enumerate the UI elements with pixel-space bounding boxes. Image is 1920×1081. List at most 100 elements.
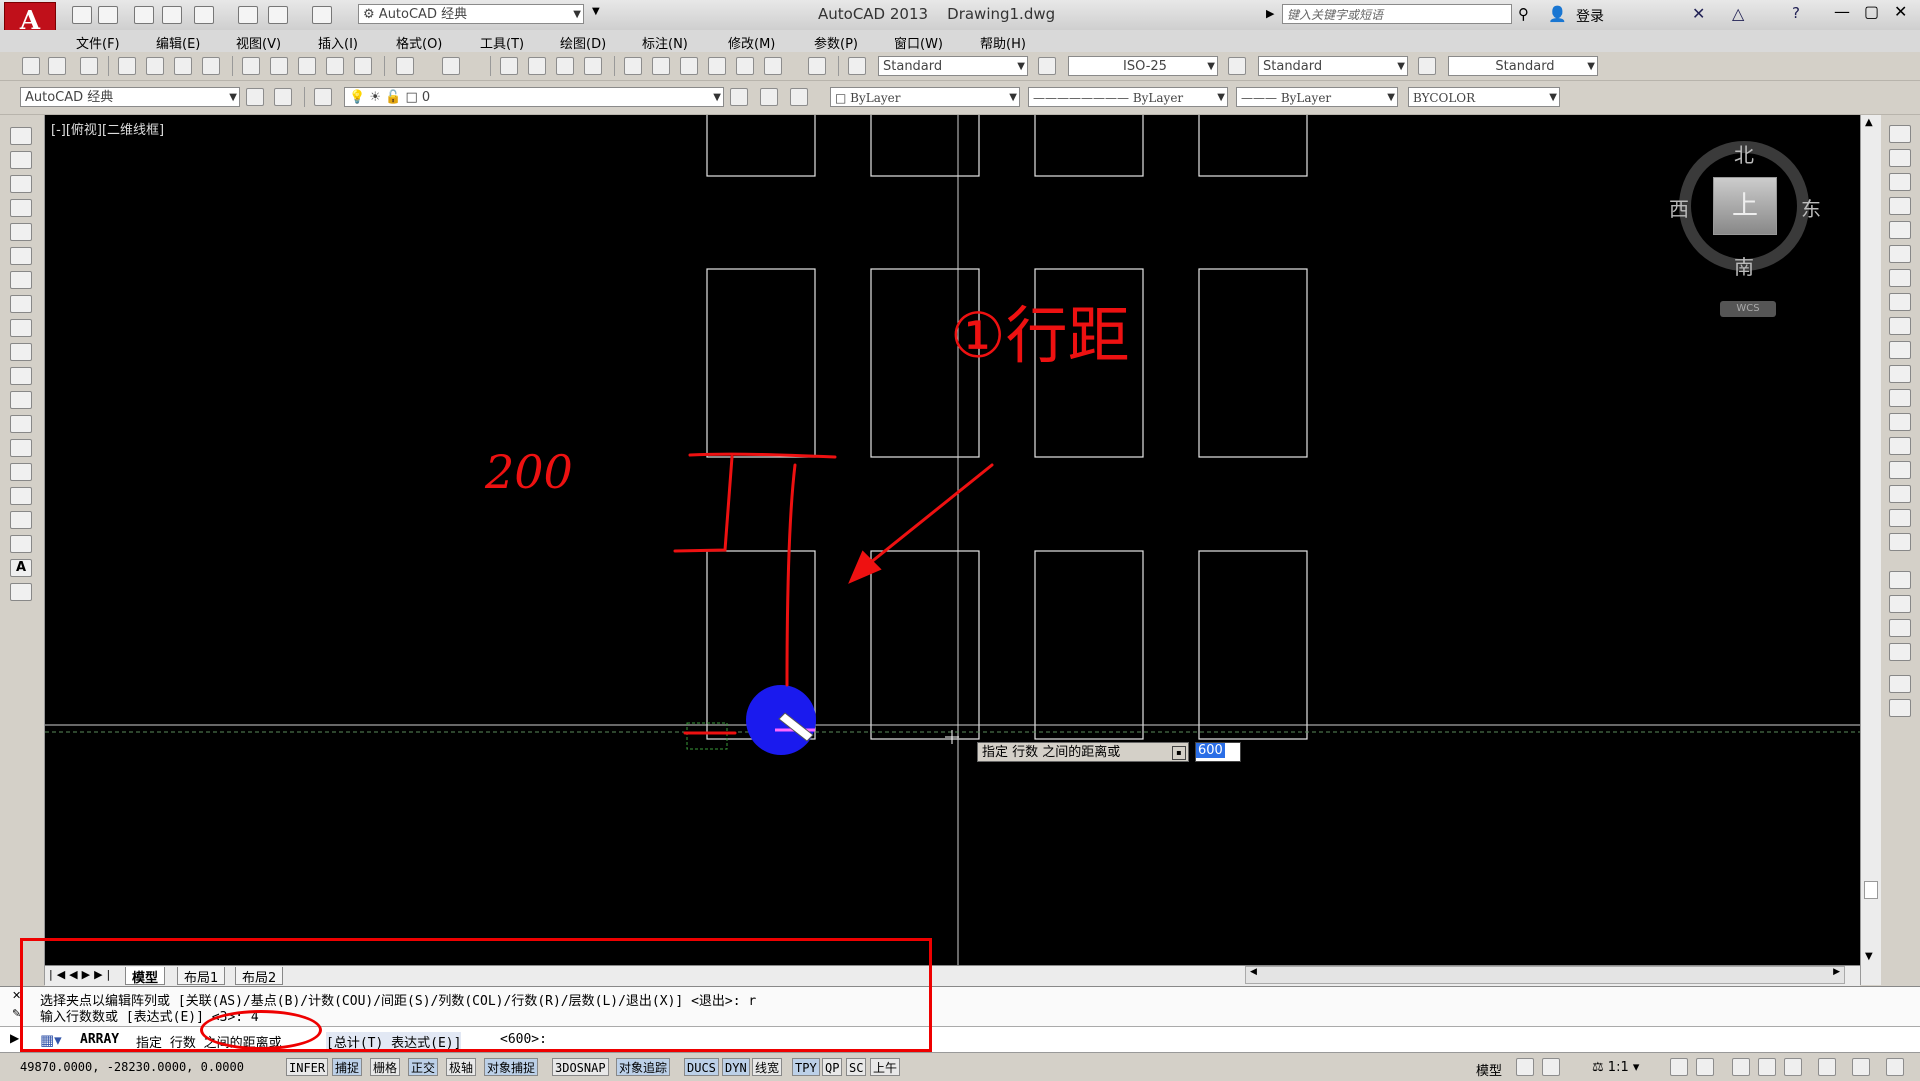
menu-dimension[interactable]: 标注(N) <box>642 33 688 52</box>
menu-parametric[interactable]: 参数(P) <box>814 33 858 52</box>
plotstyle-select[interactable]: BYCOLOR ▼ <box>1408 87 1560 107</box>
search-input[interactable]: 键入关键字或短语 <box>1282 4 1512 24</box>
toggle-otrack[interactable]: 对象追踪 <box>616 1058 671 1076</box>
options-arrow-icon[interactable]: ▪ <box>1172 746 1186 760</box>
workspace-switch-icon[interactable] <box>1732 1058 1750 1076</box>
table-icon[interactable] <box>10 535 32 553</box>
new-icon[interactable] <box>22 57 40 75</box>
text-style-select[interactable]: Standard ▼ <box>878 56 1028 76</box>
hardware-acceleration-icon[interactable] <box>1784 1058 1802 1076</box>
table-style-icon[interactable] <box>1228 57 1246 75</box>
mleader-style-select[interactable]: Standard ▼ <box>1448 56 1598 76</box>
redo-icon[interactable] <box>442 57 460 75</box>
rectangle-icon[interactable] <box>10 223 32 241</box>
clean-screen-icon[interactable] <box>1886 1058 1904 1076</box>
close-icon[interactable]: ✕ <box>1894 2 1907 21</box>
block-editor-icon[interactable] <box>354 57 372 75</box>
hatch-back-icon[interactable] <box>1889 699 1911 717</box>
toggle-snap[interactable]: 捕捉 <box>332 1058 363 1076</box>
quick-view-drawings-icon[interactable] <box>1542 1058 1560 1076</box>
text-front-icon[interactable] <box>1889 675 1911 693</box>
menu-edit[interactable]: 编辑(E) <box>156 33 200 52</box>
coordinates-readout[interactable]: 49870.0000, -28230.0000, 0.0000 <box>20 1060 244 1074</box>
menu-modify[interactable]: 修改(M) <box>728 33 775 52</box>
undo-icon[interactable] <box>396 57 414 75</box>
toggle-dyn[interactable]: DYN <box>722 1058 750 1076</box>
compass-north[interactable]: 北 <box>1734 139 1754 168</box>
blend-curves-icon[interactable] <box>1889 509 1911 527</box>
new-file-icon[interactable] <box>72 6 92 24</box>
menu-tools[interactable]: 工具(T) <box>480 33 524 52</box>
annotation-visibility-icon[interactable] <box>1670 1058 1688 1076</box>
publish-icon[interactable] <box>174 57 192 75</box>
help-icon[interactable]: ? <box>1792 4 1800 22</box>
join-icon[interactable] <box>1889 437 1911 455</box>
region-icon[interactable] <box>10 511 32 529</box>
array-icon[interactable] <box>1889 221 1911 239</box>
ellipse-arc-icon[interactable] <box>10 367 32 385</box>
preview-icon[interactable] <box>146 57 164 75</box>
revision-cloud-icon[interactable] <box>10 295 32 313</box>
toggle-lineweight[interactable]: 线宽 <box>752 1058 783 1076</box>
zoom-window-icon[interactable] <box>556 57 574 75</box>
pan-icon[interactable] <box>500 57 518 75</box>
dim-style-select[interactable]: ISO-25 ▼ <box>1068 56 1218 76</box>
match-properties-icon[interactable] <box>326 57 344 75</box>
draw-order-under-icon[interactable] <box>1889 643 1911 661</box>
ellipse-icon[interactable] <box>10 343 32 361</box>
toggle-ortho[interactable]: 正交 <box>408 1058 439 1076</box>
viewcube[interactable]: 上 北 南 西 东 <box>1669 139 1821 279</box>
lineweight-select[interactable]: ——— ByLayer ▼ <box>1236 87 1398 107</box>
scale-icon[interactable] <box>1889 293 1911 311</box>
mirror-icon[interactable] <box>1889 173 1911 191</box>
point-icon[interactable] <box>10 439 32 457</box>
cut-icon[interactable] <box>242 57 260 75</box>
polyline-icon[interactable] <box>10 175 32 193</box>
publish-icon[interactable] <box>194 6 214 24</box>
gradient-icon[interactable] <box>10 487 32 505</box>
quick-view-layouts-icon[interactable] <box>1516 1058 1534 1076</box>
break-at-point-icon[interactable] <box>1889 389 1911 407</box>
stretch-icon[interactable] <box>1889 317 1911 335</box>
menu-help[interactable]: 帮助(H) <box>980 33 1026 52</box>
trim-icon[interactable] <box>1889 341 1911 359</box>
dim-style-icon[interactable] <box>1038 57 1056 75</box>
toggle-tpy[interactable]: TPY <box>792 1058 820 1076</box>
scroll-down-icon[interactable]: ▼ <box>1865 951 1873 962</box>
mtext-icon[interactable]: A <box>10 559 32 577</box>
properties-icon[interactable] <box>624 57 642 75</box>
minimize-icon[interactable]: — <box>1834 2 1850 21</box>
draw-order-above-icon[interactable] <box>1889 619 1911 637</box>
toggle-qp[interactable]: QP <box>822 1058 843 1076</box>
toggle-polar[interactable]: 极轴 <box>446 1058 477 1076</box>
design-center-icon[interactable] <box>652 57 670 75</box>
color-select[interactable]: □ ByLayer ▼ <box>830 87 1020 107</box>
move-icon[interactable] <box>1889 245 1911 263</box>
layer-previous-icon[interactable] <box>760 88 778 106</box>
offset-icon[interactable] <box>1889 197 1911 215</box>
scroll-right-icon[interactable]: ▶ <box>1833 967 1840 977</box>
text-style-icon[interactable] <box>848 57 866 75</box>
toggle-3dosnap[interactable]: 3DOSNAP <box>552 1058 609 1076</box>
sheet-set-icon[interactable] <box>708 57 726 75</box>
redo-icon[interactable] <box>312 6 332 24</box>
make-block-icon[interactable] <box>10 415 32 433</box>
dynamic-input-field[interactable]: 600 <box>1195 742 1241 762</box>
extend-icon[interactable] <box>1889 365 1911 383</box>
quickcalc-icon[interactable] <box>764 57 782 75</box>
model-space-button[interactable]: 模型 <box>1476 1060 1502 1079</box>
menu-format[interactable]: 格式(O) <box>396 33 442 52</box>
save-icon[interactable] <box>134 6 154 24</box>
paste-icon[interactable] <box>298 57 316 75</box>
help-icon[interactable] <box>808 57 826 75</box>
auto-scale-icon[interactable] <box>1696 1058 1714 1076</box>
horizontal-scrollbar[interactable]: ◀ ▶ <box>1245 966 1845 984</box>
user-icon[interactable]: 👤 <box>1548 5 1567 23</box>
compass-south[interactable]: 南 <box>1734 251 1754 280</box>
login-button[interactable]: 登录 <box>1576 6 1604 26</box>
chamfer-icon[interactable] <box>1889 461 1911 479</box>
toggle-ducs[interactable]: DUCS <box>684 1058 719 1076</box>
polygon-icon[interactable] <box>10 199 32 217</box>
insert-block-icon[interactable] <box>10 391 32 409</box>
lock-ui-icon[interactable] <box>274 88 292 106</box>
